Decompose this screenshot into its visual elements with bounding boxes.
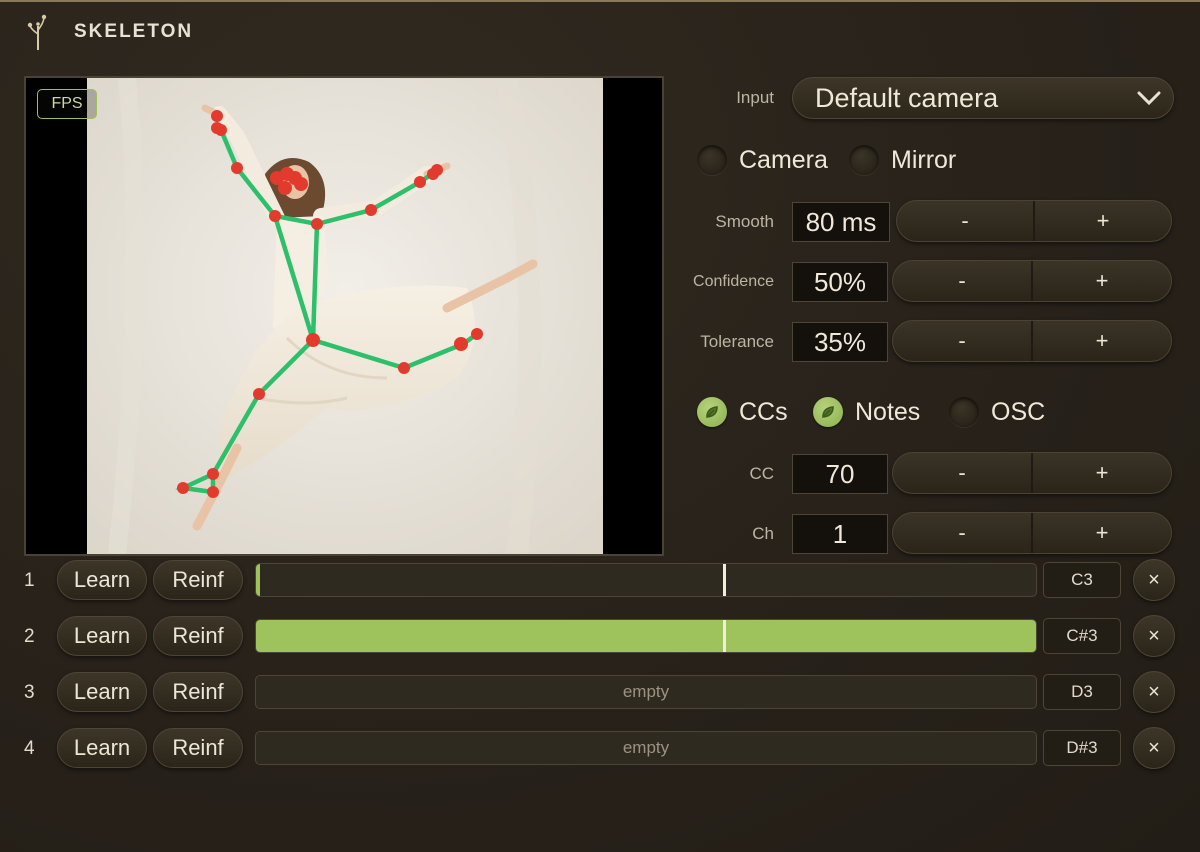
slot-status-text: empty	[622, 682, 670, 701]
input-select[interactable]: Default camera	[792, 77, 1174, 119]
smooth-minus-button[interactable]: -	[897, 201, 1033, 241]
confidence-stepper: - +	[892, 260, 1172, 302]
confidence-minus-button[interactable]: -	[893, 261, 1031, 301]
learn-button[interactable]: Learn	[57, 728, 147, 768]
slot-status-text	[256, 620, 1036, 652]
slot-number: 1	[24, 570, 35, 591]
ccs-checkbox[interactable]	[697, 397, 727, 427]
fps-badge[interactable]: FPS	[37, 89, 97, 119]
tolerance-label: Tolerance	[700, 332, 774, 351]
input-select-value: Default camera	[815, 82, 999, 113]
notes-checkbox[interactable]	[813, 397, 843, 427]
slot-number: 2	[24, 626, 35, 647]
cc-plus-button[interactable]: +	[1031, 453, 1171, 493]
learn-button[interactable]: Learn	[57, 672, 147, 712]
remove-slot-button[interactable]: ×	[1133, 615, 1175, 657]
slot-number: 3	[24, 682, 35, 703]
threshold-marker[interactable]	[723, 564, 726, 596]
tolerance-plus-button[interactable]: +	[1031, 321, 1171, 361]
camera-preview: FPS	[24, 76, 664, 556]
leaf-check-icon	[822, 406, 834, 418]
camera-radio[interactable]	[697, 145, 727, 175]
reinforce-button[interactable]: Reinf	[153, 560, 243, 600]
tolerance-minus-button[interactable]: -	[893, 321, 1031, 361]
ch-value: 1	[792, 514, 888, 554]
sprout-logo-icon	[27, 14, 47, 50]
cc-label: CC	[749, 464, 774, 483]
confidence-label: Confidence	[693, 273, 774, 290]
smooth-value: 80 ms	[792, 202, 890, 242]
reinforce-button[interactable]: Reinf	[153, 616, 243, 656]
mirror-toggle[interactable]: Mirror	[849, 145, 956, 175]
note-label[interactable]: D#3	[1043, 730, 1121, 766]
top-accent-line	[0, 0, 1200, 2]
smooth-plus-button[interactable]: +	[1033, 201, 1171, 241]
ccs-label: CCs	[739, 397, 788, 426]
smooth-label: Smooth	[715, 212, 774, 231]
note-label[interactable]: D3	[1043, 674, 1121, 710]
leaf-check-icon	[706, 406, 718, 418]
notes-label: Notes	[855, 397, 921, 426]
slot-number: 4	[24, 738, 35, 759]
tolerance-value: 35%	[792, 322, 888, 362]
slot-level-bar: empty	[255, 675, 1037, 709]
cc-minus-button[interactable]: -	[893, 453, 1031, 493]
confidence-plus-button[interactable]: +	[1031, 261, 1171, 301]
slot-level-bar: empty	[255, 731, 1037, 765]
input-label: Input	[736, 88, 774, 107]
ch-plus-button[interactable]: +	[1031, 513, 1171, 553]
remove-slot-button[interactable]: ×	[1133, 727, 1175, 769]
mirror-label: Mirror	[891, 145, 957, 174]
remove-slot-button[interactable]: ×	[1133, 671, 1175, 713]
threshold-marker[interactable]	[723, 620, 726, 652]
dancer-photo	[87, 78, 603, 554]
note-label[interactable]: C3	[1043, 562, 1121, 598]
slot-level-bar	[255, 619, 1037, 653]
tolerance-stepper: - +	[892, 320, 1172, 362]
app-header: SKELETON	[24, 12, 193, 52]
camera-toggle[interactable]: Camera	[697, 145, 828, 175]
cc-stepper: - +	[892, 452, 1172, 494]
learn-button[interactable]: Learn	[57, 560, 147, 600]
osc-checkbox[interactable]	[949, 397, 979, 427]
ch-label: Ch	[752, 524, 774, 543]
remove-slot-button[interactable]: ×	[1133, 559, 1175, 601]
chevron-down-icon	[1137, 91, 1161, 106]
mirror-radio[interactable]	[849, 145, 879, 175]
note-label[interactable]: C#3	[1043, 618, 1121, 654]
app-title: SKELETON	[74, 21, 194, 42]
reinforce-button[interactable]: Reinf	[153, 728, 243, 768]
camera-label: Camera	[739, 145, 828, 174]
ccs-toggle[interactable]: CCs	[697, 397, 788, 427]
slot-status-text	[256, 564, 1036, 596]
smooth-stepper: - +	[896, 200, 1172, 242]
osc-toggle[interactable]: OSC	[949, 397, 1045, 427]
ch-minus-button[interactable]: -	[893, 513, 1031, 553]
osc-label: OSC	[991, 397, 1046, 426]
slot-status-text: empty	[622, 738, 670, 757]
cc-value: 70	[792, 454, 888, 494]
reinforce-button[interactable]: Reinf	[153, 672, 243, 712]
confidence-value: 50%	[792, 262, 888, 302]
slot-level-bar	[255, 563, 1037, 597]
notes-toggle[interactable]: Notes	[813, 397, 920, 427]
ch-stepper: - +	[892, 512, 1172, 554]
learn-button[interactable]: Learn	[57, 616, 147, 656]
